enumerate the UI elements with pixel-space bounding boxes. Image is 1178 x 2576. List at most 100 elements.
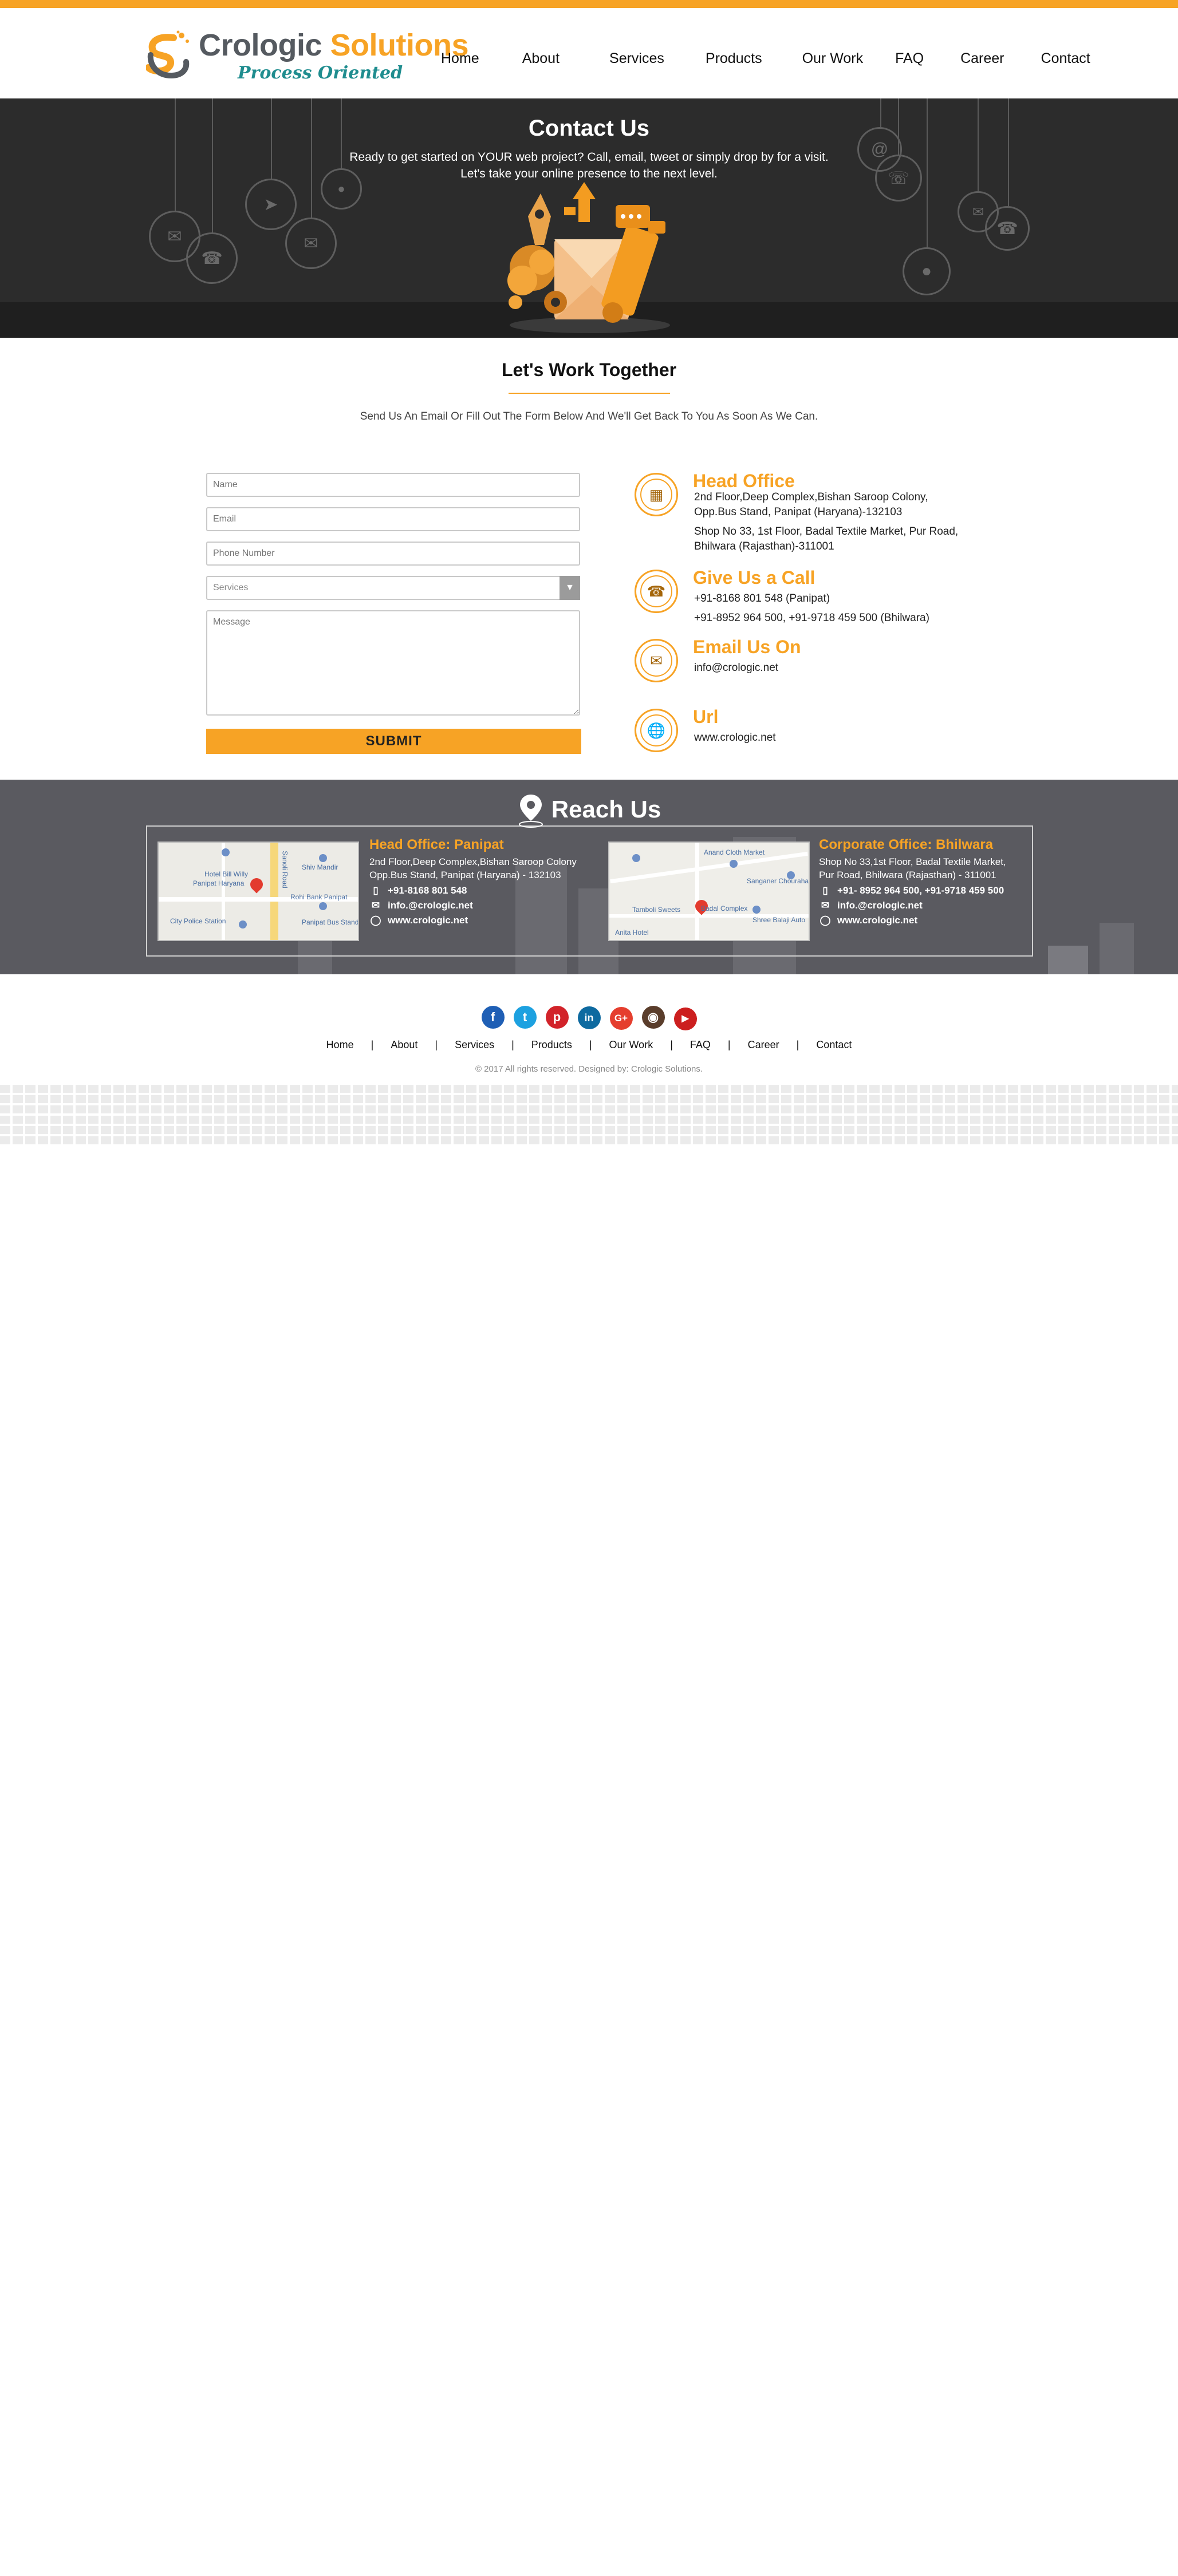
map-marker-icon bbox=[319, 854, 327, 862]
envelope-icon: ✉ bbox=[821, 900, 830, 911]
footer-nav-contact[interactable]: Contact bbox=[816, 1039, 852, 1050]
footer-nav-career[interactable]: Career bbox=[748, 1039, 779, 1050]
logo-word-crologic: Crologic bbox=[199, 28, 322, 62]
map-marker-icon bbox=[239, 920, 247, 929]
logo[interactable]: Crologic Solutions Process Oriented bbox=[146, 24, 469, 90]
url-title: Url bbox=[693, 706, 719, 727]
location-pin-icon bbox=[518, 795, 543, 828]
bhilwara-office-title: Corporate Office: Bhilwara bbox=[819, 837, 994, 852]
head-office-line4: Bhilwara (Rajasthan)-311001 bbox=[694, 540, 834, 552]
globe-icon: ◯ bbox=[820, 915, 831, 926]
footer-nav-about[interactable]: About bbox=[391, 1039, 417, 1050]
panipat-office-title: Head Office: Panipat bbox=[369, 837, 504, 852]
reach-us-title: Reach Us bbox=[551, 796, 661, 823]
head-office-line1: 2nd Floor,Deep Complex,Bishan Saroop Col… bbox=[694, 491, 928, 503]
hero-text-line1: Ready to get started on YOUR web project… bbox=[349, 151, 829, 164]
head-office-block: ▦ Head Office 2nd Floor,Deep Complex,Bis… bbox=[635, 471, 1001, 559]
social-links: f t p in G+ ◉ ▶ bbox=[0, 1006, 1178, 1030]
background-building bbox=[1048, 946, 1088, 974]
twitter-icon[interactable]: t bbox=[513, 1006, 537, 1029]
panipat-email[interactable]: info.@crologic.net bbox=[388, 900, 473, 911]
panipat-url[interactable]: www.crologic.net bbox=[388, 915, 468, 926]
footer-nav-separator: | bbox=[435, 1039, 438, 1050]
globe-icon: ◯ bbox=[370, 915, 381, 926]
logo-tagline: Process Oriented bbox=[238, 63, 403, 83]
panipat-address-line2: Opp.Bus Stand, Panipat (Haryana) - 13210… bbox=[369, 870, 561, 880]
map-marker-icon bbox=[222, 848, 230, 856]
building-icon: ▦ bbox=[635, 473, 678, 516]
nav-faq[interactable]: FAQ bbox=[895, 50, 924, 67]
reach-us-heading: Reach Us bbox=[0, 795, 1178, 828]
footer-nav: Home | About | Services | Products | Our Work | FA… bbox=[0, 1039, 1178, 1051]
map-label: Panipat Haryana bbox=[193, 879, 245, 887]
email-address[interactable]: info@crologic.net bbox=[694, 661, 778, 675]
footer-nav-separator: | bbox=[511, 1039, 514, 1050]
footer-nav-separator: | bbox=[796, 1039, 799, 1050]
head-office-line2: Opp.Bus Stand, Panipat (Haryana)-132103 bbox=[694, 506, 903, 518]
phone-icon: ☎ bbox=[635, 570, 678, 613]
bhilwara-address-line2: Pur Road, Bhilwara (Rajasthan) - 311001 bbox=[819, 870, 996, 880]
nav-home[interactable]: Home bbox=[441, 50, 479, 67]
map-label: City Police Station bbox=[170, 917, 226, 925]
panipat-address: 2nd Floor,Deep Complex,Bishan Saroop Col… bbox=[369, 855, 577, 882]
chevron-down-icon[interactable]: ▼ bbox=[560, 576, 580, 600]
footer-block-pattern bbox=[0, 1085, 1178, 1145]
submit-button[interactable]: SUBMIT bbox=[206, 729, 581, 754]
bhilwara-map[interactable]: Anand Cloth Market Sanganer Chouraha Bad… bbox=[608, 841, 810, 941]
footer-nav-services[interactable]: Services bbox=[455, 1039, 494, 1050]
bhilwara-phone-row: ▯ +91- 8952 964 500, +91-9718 459 500 bbox=[819, 885, 1006, 896]
bhilwara-office: Corporate Office: Bhilwara Shop No 33,1s… bbox=[819, 837, 1006, 926]
footer-nav-our-work[interactable]: Our Work bbox=[609, 1039, 653, 1050]
panipat-phone[interactable]: +91-8168 801 548 bbox=[388, 885, 467, 896]
panipat-map[interactable]: Hotel Bill Willy Panipat Haryana Shiv Ma… bbox=[157, 841, 359, 941]
linkedin-icon[interactable]: in bbox=[577, 1006, 601, 1029]
pinterest-icon[interactable]: p bbox=[545, 1006, 569, 1029]
phone-input[interactable] bbox=[206, 542, 580, 566]
youtube-icon[interactable]: ▶ bbox=[673, 1008, 697, 1030]
nav-contact[interactable]: Contact bbox=[1041, 50, 1090, 67]
map-label: Shree Balaji Auto bbox=[752, 916, 806, 924]
reach-us-section: Reach Us Hotel Bill Willy Panipat Haryan… bbox=[0, 780, 1178, 974]
bhilwara-phone[interactable]: +91- 8952 964 500, +91-9718 459 500 bbox=[837, 885, 1004, 896]
nav-career[interactable]: Career bbox=[960, 50, 1004, 67]
contact-form: Services ▼ SUBMIT bbox=[206, 473, 581, 754]
nav-about[interactable]: About bbox=[522, 50, 560, 67]
email-input[interactable] bbox=[206, 507, 580, 531]
bhilwara-url[interactable]: www.crologic.net bbox=[837, 915, 917, 926]
call-title: Give Us a Call bbox=[693, 567, 815, 588]
main-nav: Home About Services Products Our Work FA… bbox=[441, 50, 1090, 67]
footer-nav-separator: | bbox=[589, 1039, 592, 1050]
map-label: Sanganer Chouraha bbox=[747, 877, 809, 885]
url-link[interactable]: www.crologic.net bbox=[694, 730, 776, 745]
call-line1: +91-8168 801 548 (Panipat) bbox=[694, 592, 830, 605]
services-select[interactable]: Services ▼ bbox=[206, 576, 580, 600]
facebook-icon[interactable]: f bbox=[481, 1006, 505, 1029]
bhilwara-url-row: ◯ www.crologic.net bbox=[819, 915, 1006, 926]
hero-text: Ready to get started on YOUR web project… bbox=[0, 149, 1178, 182]
footer-nav-faq[interactable]: FAQ bbox=[690, 1039, 711, 1050]
services-select-value: Services bbox=[213, 583, 249, 592]
footer-nav-products[interactable]: Products bbox=[531, 1039, 572, 1050]
globe-icon: 🌐 bbox=[635, 709, 678, 752]
map-marker-icon bbox=[319, 902, 327, 910]
nav-products[interactable]: Products bbox=[706, 50, 762, 67]
message-textarea[interactable] bbox=[206, 610, 580, 716]
call-line2: +91-8952 964 500, +91-9718 459 500 (Bhil… bbox=[694, 612, 929, 624]
map-marker-icon bbox=[752, 906, 761, 914]
bhilwara-address-line1: Shop No 33,1st Floor, Badal Textile Mark… bbox=[819, 856, 1006, 867]
bhilwara-address: Shop No 33,1st Floor, Badal Textile Mark… bbox=[819, 855, 1006, 882]
email-block: ✉ Email Us On info@crologic.net bbox=[635, 637, 1001, 685]
name-input[interactable] bbox=[206, 473, 580, 497]
map-label: Badal Complex bbox=[701, 904, 748, 912]
nav-services[interactable]: Services bbox=[609, 50, 664, 67]
map-label: Sanoli Road bbox=[281, 851, 289, 888]
google-plus-icon[interactable]: G+ bbox=[609, 1007, 633, 1030]
bhilwara-email[interactable]: info.@crologic.net bbox=[837, 900, 923, 911]
call-numbers: +91-8168 801 548 (Panipat) +91-8952 964 … bbox=[694, 591, 929, 626]
panipat-office: Head Office: Panipat 2nd Floor,Deep Comp… bbox=[369, 837, 577, 926]
head-office-title: Head Office bbox=[693, 471, 795, 491]
panipat-phone-row: ▯ +91-8168 801 548 bbox=[369, 885, 577, 896]
footer-nav-home[interactable]: Home bbox=[326, 1039, 354, 1050]
nav-our-work[interactable]: Our Work bbox=[802, 50, 864, 67]
instagram-icon[interactable]: ◉ bbox=[641, 1006, 665, 1029]
